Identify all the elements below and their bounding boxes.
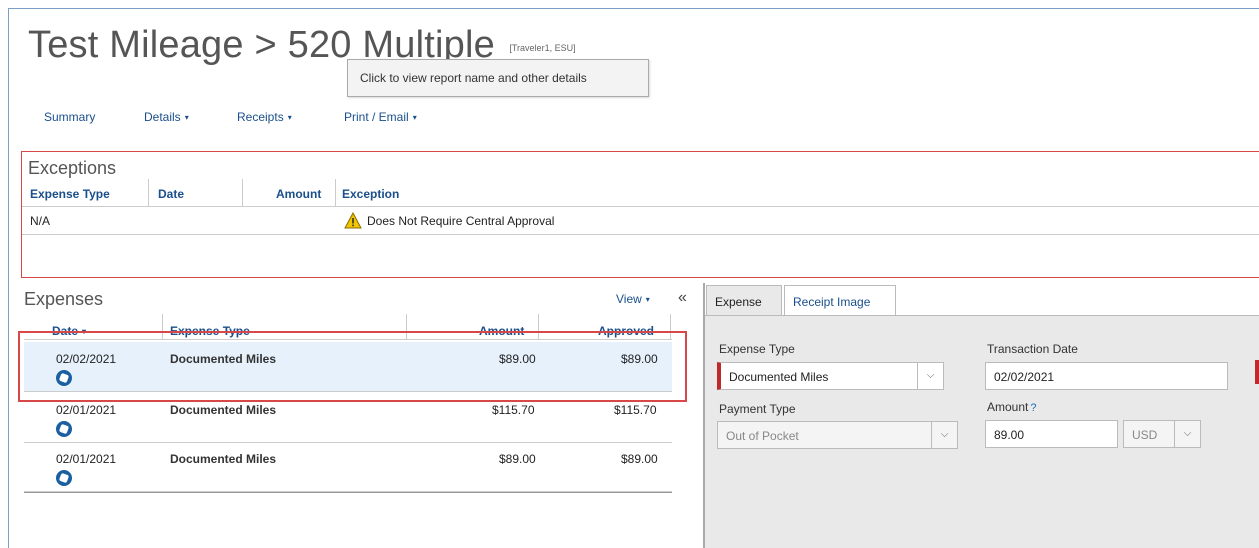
chevron-down-icon: ▾ (412, 113, 417, 122)
exc-col-date[interactable]: Date (158, 187, 184, 201)
chevron-down-icon: ▾ (287, 113, 292, 122)
chevron-down-icon[interactable]: ⌵ (1174, 421, 1200, 447)
menu-print-email[interactable]: Print / Email ▾ (344, 110, 417, 124)
amount-label: Amount? (987, 400, 1037, 414)
help-icon[interactable]: ? (1030, 402, 1036, 414)
expense-type-value: Documented Miles (729, 370, 829, 384)
tab-expense[interactable]: Expense (706, 285, 782, 316)
payment-type-value: Out of Pocket (726, 429, 799, 443)
payment-type-label: Payment Type (719, 402, 796, 416)
view-menu[interactable]: View ▾ (616, 292, 650, 306)
menu-details[interactable]: Details ▾ (144, 110, 189, 124)
expense-type-label: Expense Type (719, 342, 795, 356)
chevron-down-icon: ▾ (645, 295, 650, 304)
menu-receipts[interactable]: Receipts ▾ (237, 110, 292, 124)
exceptions-header: Expense Type Date Amount Exception (22, 179, 1259, 207)
divider (24, 492, 672, 493)
row-date: 02/01/2021 (56, 403, 117, 417)
currency-value: USD (1132, 428, 1158, 442)
currency-select[interactable]: USD ⌵ (1123, 420, 1201, 448)
expense-row[interactable]: 02/01/2021 Documented Miles $89.00 $89.0… (24, 442, 672, 492)
menu-summary[interactable]: Summary (44, 110, 95, 124)
row-type: Documented Miles (170, 403, 277, 417)
amount-input[interactable]: 89.00 (985, 420, 1118, 448)
exc-message: Does Not Require Central Approval (367, 214, 555, 228)
chevron-down-icon: ⌵ (931, 422, 957, 448)
exc-col-amount[interactable]: Amount (276, 187, 321, 201)
expenses-title: Expenses (24, 289, 104, 309)
report-subtitle: [Traveler1, ESU] (509, 43, 576, 53)
row-type: Documented Miles (170, 452, 277, 466)
exc-col-exception[interactable]: Exception (342, 187, 399, 201)
payment-type-select: Out of Pocket ⌵ (717, 421, 958, 449)
exceptions-panel: Exceptions Expense Type Date Amount Exce… (21, 151, 1259, 278)
required-indicator (1255, 360, 1259, 384)
mileage-icon (56, 470, 72, 486)
warning-icon (344, 212, 362, 229)
selection-highlight (18, 331, 687, 402)
row-amount: $89.00 (499, 452, 536, 466)
row-approved: $89.00 (621, 452, 658, 466)
row-amount: $115.70 (492, 403, 535, 417)
exceptions-title: Exceptions (28, 158, 117, 178)
collapse-icon[interactable]: « (678, 289, 687, 307)
row-date: 02/01/2021 (56, 452, 117, 466)
transaction-date-field[interactable]: 02/02/2021 (985, 362, 1228, 390)
transaction-date-label: Transaction Date (987, 342, 1078, 356)
report-tooltip: Click to view report name and other deta… (347, 59, 649, 97)
mileage-icon (56, 421, 72, 437)
tab-receipt-image[interactable]: Receipt Image (784, 285, 896, 316)
chevron-down-icon[interactable]: ⌵ (917, 363, 943, 389)
exc-col-expense-type[interactable]: Expense Type (30, 187, 110, 201)
exc-expense-type: N/A (30, 214, 51, 228)
expense-type-select[interactable]: Documented Miles ⌵ (717, 362, 944, 390)
exception-row: N/A Does Not Require Central Approval (22, 208, 1259, 235)
chevron-down-icon: ▾ (184, 113, 189, 122)
row-approved: $115.70 (614, 403, 657, 417)
